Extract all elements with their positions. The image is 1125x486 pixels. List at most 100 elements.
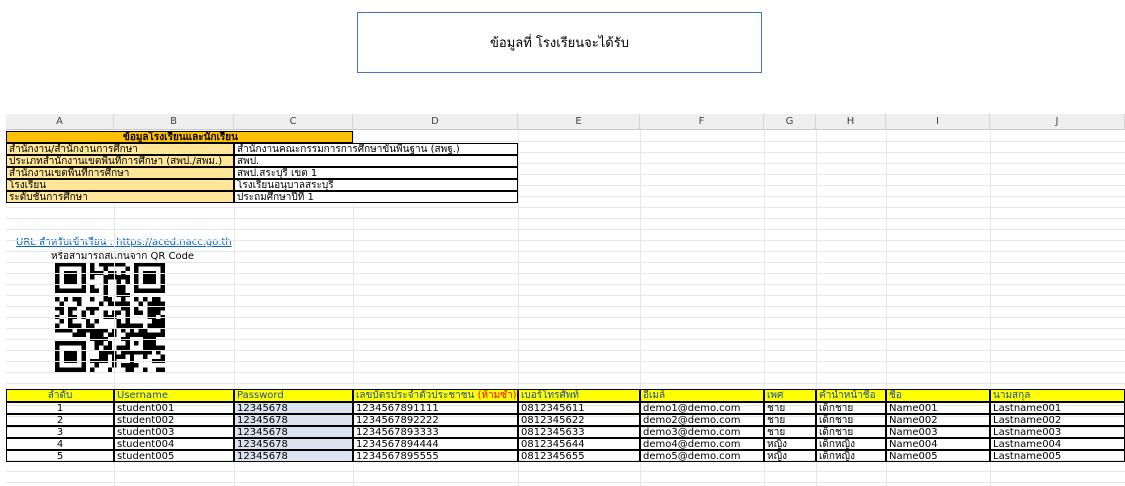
table-header-cell: นามสกุล	[990, 389, 1125, 402]
grid-row-line	[6, 273, 1125, 274]
grid-row-line	[6, 482, 1125, 483]
column-header-f[interactable]: F	[640, 114, 764, 130]
column-header-h[interactable]: H	[816, 114, 886, 130]
table-cell[interactable]: 2	[6, 414, 114, 426]
table-cell[interactable]: ชาย	[764, 426, 816, 438]
table-cell[interactable]: 0812345611	[518, 402, 640, 414]
table-cell[interactable]: Lastname003	[990, 426, 1125, 438]
table-cell[interactable]: demo2@demo.com	[640, 414, 764, 426]
column-header-e[interactable]: E	[518, 114, 640, 130]
table-cell[interactable]: 1234567893333	[353, 426, 518, 438]
table-cell[interactable]: student005	[114, 450, 234, 462]
callout-text: ข้อมูลที่ โรงเรียนจะได้รับ	[490, 36, 629, 51]
table-cell[interactable]: Name003	[886, 426, 990, 438]
table-cell[interactable]: เด็กชาย	[816, 402, 886, 414]
info-label: สำนักงาน/สำนักงานการศึกษา	[6, 143, 234, 155]
table-cell[interactable]: ชาย	[764, 414, 816, 426]
table-cell[interactable]: Lastname001	[990, 402, 1125, 414]
header-label: Username	[117, 390, 168, 401]
table-cell[interactable]: Name004	[886, 438, 990, 450]
course-url-link[interactable]: URL สำหรับเข้าเรียน : https://aced.nacc.…	[16, 235, 232, 250]
table-cell[interactable]: หญิง	[764, 450, 816, 462]
table-cell[interactable]: student002	[114, 414, 234, 426]
column-header-b[interactable]: B	[114, 114, 234, 130]
table-cell[interactable]: student003	[114, 426, 234, 438]
table-header-cell: Username	[114, 389, 234, 402]
table-cell[interactable]: student004	[114, 438, 234, 450]
table-cell[interactable]: 12345678	[234, 438, 353, 450]
header-label: ลำดับ	[47, 390, 73, 401]
column-header-g[interactable]: G	[764, 114, 816, 130]
table-cell[interactable]: demo3@demo.com	[640, 426, 764, 438]
table-cell[interactable]: Lastname005	[990, 450, 1125, 462]
info-label: ระดับชั้นการศึกษา	[6, 191, 234, 203]
table-cell[interactable]: 4	[6, 438, 114, 450]
table-cell[interactable]: 3	[6, 426, 114, 438]
table-header-cell: ลำดับ	[6, 389, 114, 402]
table-cell[interactable]: demo5@demo.com	[640, 450, 764, 462]
table-cell[interactable]: 0812345655	[518, 450, 640, 462]
table-cell[interactable]: 1234567891111	[353, 402, 518, 414]
header-label: คำนำหน้าชื่อ	[819, 390, 876, 401]
spreadsheet[interactable]: URL สำหรับเข้าเรียน : https://aced.nacc.…	[6, 114, 1125, 486]
table-cell[interactable]: Lastname004	[990, 438, 1125, 450]
table-cell[interactable]: 0812345622	[518, 414, 640, 426]
grid-row-line	[6, 262, 1125, 263]
table-cell[interactable]: 0812345633	[518, 426, 640, 438]
header-label: ชื่อ	[889, 390, 902, 401]
table-cell[interactable]: เด็กชาย	[816, 414, 886, 426]
column-header-i[interactable]: I	[886, 114, 990, 130]
grid-row-line	[6, 471, 1125, 472]
column-header-d[interactable]: D	[353, 114, 518, 130]
grid-row-line	[6, 383, 1125, 384]
header-label: เบอร์โทรศัพท์	[521, 390, 580, 401]
info-value: สำนักงานคณะกรรมการการศึกษาขั้นพื้นฐาน (ส…	[234, 143, 518, 155]
info-label: สำนักงานเขตพื้นที่การศึกษา	[6, 167, 234, 179]
column-header-a[interactable]: A	[6, 114, 114, 130]
table-cell[interactable]: 5	[6, 450, 114, 462]
table-cell[interactable]: 12345678	[234, 402, 353, 414]
table-cell[interactable]: 1234567892222	[353, 414, 518, 426]
table-cell[interactable]: Name001	[886, 402, 990, 414]
table-cell[interactable]: Name002	[886, 414, 990, 426]
grid-row-line	[6, 339, 1125, 340]
info-value: สพป.	[234, 155, 518, 167]
header-label: อีเมล์	[643, 390, 666, 401]
table-cell[interactable]: 12345678	[234, 426, 353, 438]
column-header-j[interactable]: J	[990, 114, 1125, 130]
grid-row-line	[6, 240, 1125, 241]
table-cell[interactable]: 1234567894444	[353, 438, 518, 450]
table-cell[interactable]: 1234567895555	[353, 450, 518, 462]
table-cell[interactable]: Lastname002	[990, 414, 1125, 426]
table-header-cell: Password	[234, 389, 353, 402]
table-header-cell: อีเมล์	[640, 389, 764, 402]
table-cell[interactable]: 12345678	[234, 450, 353, 462]
table-cell[interactable]: เด็กหญิง	[816, 438, 886, 450]
table-cell[interactable]: หญิง	[764, 438, 816, 450]
grid-row-line	[6, 251, 1125, 252]
table-header-cell: เลขบัตรประจำตัวประชาชน (ห้ามซ้ำ)	[353, 389, 518, 402]
grid-row-line	[6, 328, 1125, 329]
info-label: โรงเรียน	[6, 179, 234, 191]
grid-row-line	[6, 317, 1125, 318]
table-cell[interactable]: student001	[114, 402, 234, 414]
table-cell[interactable]: เด็กชาย	[816, 426, 886, 438]
table-cell[interactable]: 0812345644	[518, 438, 640, 450]
table-cell[interactable]: 1	[6, 402, 114, 414]
table-cell[interactable]: Name005	[886, 450, 990, 462]
header-label: เลขบัตรประจำตัวประชาชน	[356, 390, 475, 401]
table-cell[interactable]: 12345678	[234, 414, 353, 426]
grid-row-line	[6, 306, 1125, 307]
table-cell[interactable]: demo1@demo.com	[640, 402, 764, 414]
info-value: ประถมศึกษาปีที่ 1	[234, 191, 518, 203]
table-cell[interactable]: demo4@demo.com	[640, 438, 764, 450]
column-header-c[interactable]: C	[234, 114, 353, 130]
table-cell[interactable]: ชาย	[764, 402, 816, 414]
table-header-cell: เบอร์โทรศัพท์	[518, 389, 640, 402]
table-cell[interactable]: เด็กหญิง	[816, 450, 886, 462]
header-label: เพศ	[767, 390, 784, 401]
header-label: Password	[237, 390, 284, 401]
grid-row-line	[6, 229, 1125, 230]
table-header-cell: เพศ	[764, 389, 816, 402]
info-callout-box: ข้อมูลที่ โรงเรียนจะได้รับ	[357, 12, 762, 73]
